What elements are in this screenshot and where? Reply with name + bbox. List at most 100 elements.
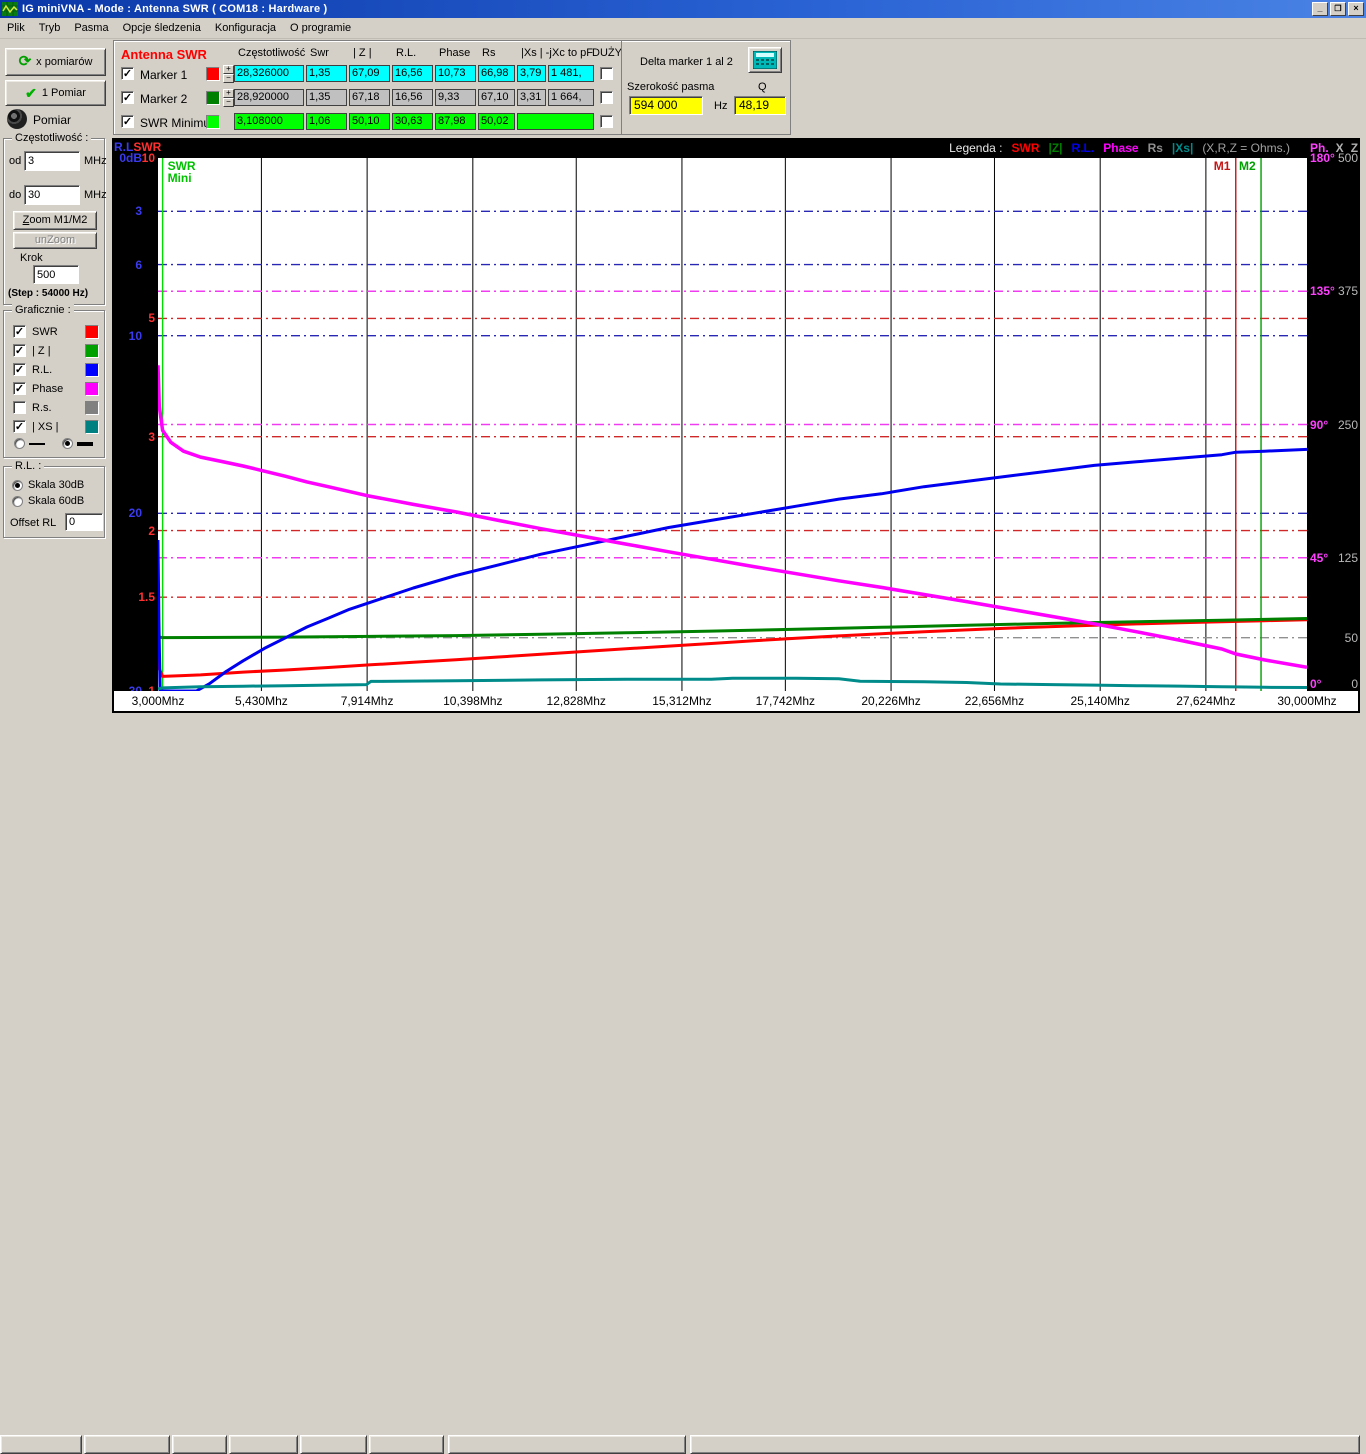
- column-header-5: Rs: [482, 47, 495, 59]
- zoom-m1m2-button[interactable]: Zoom M1/M2: [13, 211, 97, 230]
- q-label: Q: [758, 81, 767, 93]
- trace-checkbox[interactable]: ✓: [13, 382, 26, 395]
- taskbar-segment[interactable]: [84, 1435, 170, 1454]
- legend-item-xs: |Xs|: [1172, 141, 1193, 155]
- window-title: IG miniVNA - Mode : Antenna SWR ( COM18 …: [22, 3, 327, 15]
- menu-item-pasma[interactable]: Pasma: [67, 20, 115, 36]
- menu-item-o-programie[interactable]: O programie: [283, 20, 358, 36]
- z-axis-tick: 125: [1334, 551, 1358, 565]
- trace-checkbox[interactable]: ✓: [13, 420, 26, 433]
- x-axis-tick: 7,914Mhz: [332, 694, 402, 708]
- marker-row-checkbox[interactable]: ✓: [121, 115, 134, 128]
- trace-checkbox[interactable]: ✓: [13, 363, 26, 376]
- chart-legend: Legenda : SWR|Z|R.L.PhaseRs|Xs|(X,R,Z = …: [949, 141, 1290, 155]
- step-input[interactable]: [33, 265, 79, 284]
- offset-rl-input[interactable]: [65, 513, 103, 531]
- unzoom-button[interactable]: unZoom: [13, 232, 97, 249]
- multi-measure-button[interactable]: ⟳ x pomiarów: [5, 48, 106, 76]
- swr-axis-tick: 5: [138, 311, 155, 325]
- marker-value-cell: 1,06: [306, 113, 347, 130]
- trace-label: R.L.: [32, 364, 85, 376]
- calculator-icon: [753, 51, 777, 69]
- graph-trace-row: ✓Phase: [13, 381, 99, 396]
- scale-60db-radio[interactable]: [12, 496, 23, 507]
- taskbar-segment[interactable]: [369, 1435, 444, 1454]
- z-axis-tick: 500: [1334, 151, 1358, 165]
- taskbar-segment[interactable]: [300, 1435, 367, 1454]
- marker-spin-down-button[interactable]: −: [223, 98, 234, 107]
- column-header-3: R.L.: [396, 47, 416, 59]
- taskbar-segment[interactable]: [690, 1435, 1360, 1454]
- freq-from-input[interactable]: [24, 151, 80, 171]
- marker-big-checkbox[interactable]: [600, 67, 613, 80]
- x-axis-tick: 17,742Mhz: [750, 694, 820, 708]
- app-icon: [2, 2, 18, 16]
- phase-axis-tick: 0°: [1310, 677, 1321, 691]
- scale-30db-radio[interactable]: [12, 480, 23, 491]
- check-icon: ✔: [25, 85, 37, 102]
- marker-value-cell: 87,98: [435, 113, 476, 130]
- line-thick-radio[interactable]: [62, 438, 73, 449]
- x-axis-tick: 30,000Mhz: [1272, 694, 1342, 708]
- marker-row-checkbox[interactable]: ✓: [121, 67, 134, 80]
- marker-value-cell: 3,31: [517, 89, 546, 106]
- marker-value-filler: [517, 113, 594, 130]
- graph-trace-row: ✓SWR: [13, 324, 99, 339]
- marker-value-cell: 50,02: [478, 113, 515, 130]
- trace-color-swatch: [85, 325, 99, 339]
- marker-value-cell: 67,18: [349, 89, 390, 106]
- calculator-button[interactable]: [748, 47, 782, 73]
- marker-value-cell: 16,56: [392, 89, 433, 106]
- freq-to-input[interactable]: [24, 185, 80, 205]
- marker-row-checkbox[interactable]: ✓: [121, 91, 134, 104]
- marker-big-checkbox[interactable]: [600, 91, 613, 104]
- marker-value-cell: 9,33: [435, 89, 476, 106]
- marker-color-swatch: [206, 115, 220, 129]
- measure-led-label: Pomiar: [33, 113, 71, 127]
- marker-value-cell: 1 664,: [548, 89, 594, 106]
- minimize-button[interactable]: _: [1312, 2, 1328, 16]
- q-value: 48,19: [734, 96, 786, 115]
- trace-label: | XS |: [32, 421, 85, 433]
- menu-bar: PlikTrybPasmaOpcje śledzeniaKonfiguracja…: [0, 18, 1366, 39]
- marker-spin-down-button[interactable]: −: [223, 74, 234, 83]
- menu-item-tryb[interactable]: Tryb: [32, 20, 68, 36]
- marker-row-label: Marker 2: [140, 92, 187, 106]
- menu-item-konfiguracja[interactable]: Konfiguracja: [208, 20, 283, 36]
- legend-item-rl: R.L.: [1072, 141, 1095, 155]
- taskbar-segment[interactable]: [0, 1435, 82, 1454]
- x-axis-tick: 10,398Mhz: [438, 694, 508, 708]
- marker-label-m2: M2: [1239, 159, 1256, 173]
- swr-min-label-line2: Mini: [168, 172, 196, 184]
- menu-item-plik[interactable]: Plik: [0, 20, 32, 36]
- trace-checkbox[interactable]: [13, 401, 26, 414]
- menu-item-opcje-ledzenia[interactable]: Opcje śledzenia: [116, 20, 208, 36]
- close-button[interactable]: ×: [1348, 2, 1364, 16]
- plot-area[interactable]: M1M2SWRMini: [158, 158, 1307, 691]
- to-label: do: [9, 189, 21, 201]
- trace-checkbox[interactable]: ✓: [13, 344, 26, 357]
- series-z: [158, 619, 1307, 638]
- taskbar-segment[interactable]: [172, 1435, 227, 1454]
- taskbar-segment[interactable]: [448, 1435, 686, 1454]
- frequency-group: Częstotliwość : od MHz do MHz Zoom M1/M2…: [3, 138, 105, 305]
- restore-button[interactable]: ❐: [1330, 2, 1346, 16]
- marker-color-swatch: [206, 67, 220, 81]
- legend-item-phase: Phase: [1103, 141, 1138, 155]
- trace-label: R.s.: [32, 402, 85, 414]
- marker-big-checkbox[interactable]: [600, 115, 613, 128]
- legend-note: (X,R,Z = Ohms.): [1202, 141, 1290, 155]
- thin-line-icon: [29, 443, 45, 445]
- phase-axis-tick: 45°: [1310, 551, 1328, 565]
- x-axis-tick: 5,430Mhz: [226, 694, 296, 708]
- column-header-1: Swr: [310, 47, 329, 59]
- bandwidth-label: Szerokość pasma: [627, 81, 714, 93]
- column-header-4: Phase: [439, 47, 470, 59]
- marker-value-cell: 10,73: [435, 65, 476, 82]
- taskbar-segment[interactable]: [229, 1435, 298, 1454]
- legend-item-rs: Rs: [1148, 141, 1163, 155]
- line-thin-radio[interactable]: [14, 438, 25, 449]
- single-measure-button[interactable]: ✔ 1 Pomiar: [5, 80, 106, 106]
- trace-checkbox[interactable]: ✓: [13, 325, 26, 338]
- column-header-8: DUŻY: [592, 47, 622, 59]
